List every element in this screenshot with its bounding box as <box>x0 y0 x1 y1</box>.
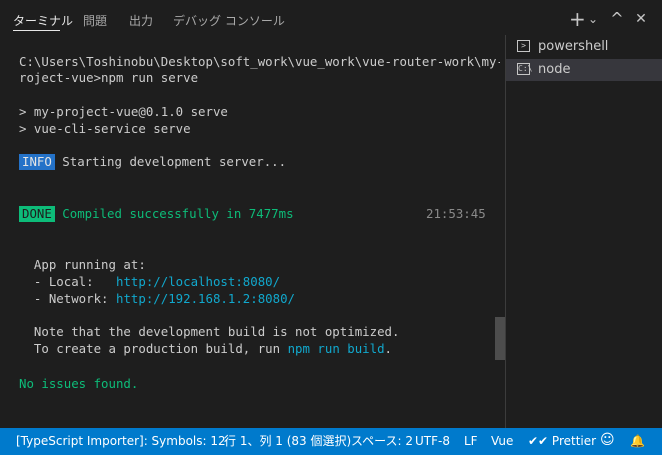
info-text: Starting development server... <box>54 154 287 169</box>
prompt-line: C:\Users\Toshinobu\Desktop\soft_work\vue… <box>19 54 500 69</box>
local-label: - Local: <box>19 274 116 289</box>
panel-tabbar: ターミナル 問題 出力 デバッグ コンソール + ⌄ ^ ✕ <box>0 0 662 40</box>
chevron-down-icon[interactable]: ⌄ <box>587 9 599 29</box>
chevron-right-icon: > <box>517 40 530 52</box>
language-mode[interactable]: Vue <box>491 433 513 450</box>
network-url-link[interactable]: http://192.168.1.2:8080/ <box>116 291 295 306</box>
maximize-panel-icon[interactable]: ^ <box>610 9 624 29</box>
done-line: DONE Compiled successfully in 7477ms <box>19 206 294 222</box>
indentation-status[interactable]: スペース: 2 <box>351 433 413 450</box>
terminal-scrollbar[interactable] <box>495 317 505 360</box>
done-timestamp: 21:53:45 <box>426 206 486 221</box>
app-running-line: App running at: <box>19 257 146 272</box>
prettier-status[interactable]: ✔✔ Prettier <box>528 433 596 450</box>
terminal-sessions-list: > powershell C:\ node <box>505 35 662 428</box>
note-period: . <box>384 341 393 356</box>
feedback-icon[interactable]: ☺ <box>600 432 615 449</box>
active-tab-indicator <box>13 30 60 31</box>
bell-icon[interactable]: 🔔 <box>630 433 645 450</box>
no-issues-line: No issues found. <box>19 376 139 391</box>
cursor-position[interactable]: 行 1、列 1 (83 個選択) <box>224 433 351 450</box>
note-text: To create a production build, run <box>19 341 288 356</box>
tab-output[interactable]: 出力 <box>129 12 153 29</box>
network-url-line: - Network: http://192.168.1.2:8080/ <box>19 291 295 307</box>
done-badge: DONE <box>19 206 55 222</box>
terminal-icon: C:\ <box>517 63 533 75</box>
tab-problems[interactable]: 問題 <box>83 12 107 29</box>
script-line: > my-project-vue@0.1.0 serve <box>19 104 228 119</box>
prompt-line: roject-vue>npm run serve <box>19 70 199 85</box>
terminal-output[interactable]: C:\Users\Toshinobu\Desktop\soft_work\vue… <box>0 40 500 428</box>
session-item-node[interactable]: C:\ node <box>506 59 662 81</box>
tab-terminal[interactable]: ターミナル <box>13 12 73 29</box>
local-url-link[interactable]: http://localhost:8080/ <box>116 274 280 289</box>
info-badge: INFO <box>19 154 55 170</box>
done-text: Compiled successfully in 7477ms <box>54 206 294 221</box>
status-bar: [TypeScript Importer]: Symbols: 12 行 1、列… <box>0 428 662 455</box>
tab-debug-console[interactable]: デバッグ コンソール <box>173 12 285 29</box>
eol-status[interactable]: LF <box>464 433 478 450</box>
network-label: - Network: <box>19 291 116 306</box>
info-line: INFO Starting development server... <box>19 154 286 170</box>
script-line: > vue-cli-service serve <box>19 121 191 136</box>
session-item-powershell[interactable]: > powershell <box>506 36 662 58</box>
encoding-status[interactable]: UTF-8 <box>415 433 450 450</box>
note-line: Note that the development build is not o… <box>19 324 400 339</box>
note-line: To create a production build, run npm ru… <box>19 341 392 357</box>
session-label: node <box>538 62 571 77</box>
close-panel-icon[interactable]: ✕ <box>634 9 648 29</box>
local-url-line: - Local: http://localhost:8080/ <box>19 274 280 290</box>
build-command: npm run build <box>287 341 385 356</box>
add-terminal-icon[interactable]: + <box>569 9 586 29</box>
ts-importer-status[interactable]: [TypeScript Importer]: Symbols: 12 <box>16 433 226 450</box>
session-label: powershell <box>538 39 609 54</box>
